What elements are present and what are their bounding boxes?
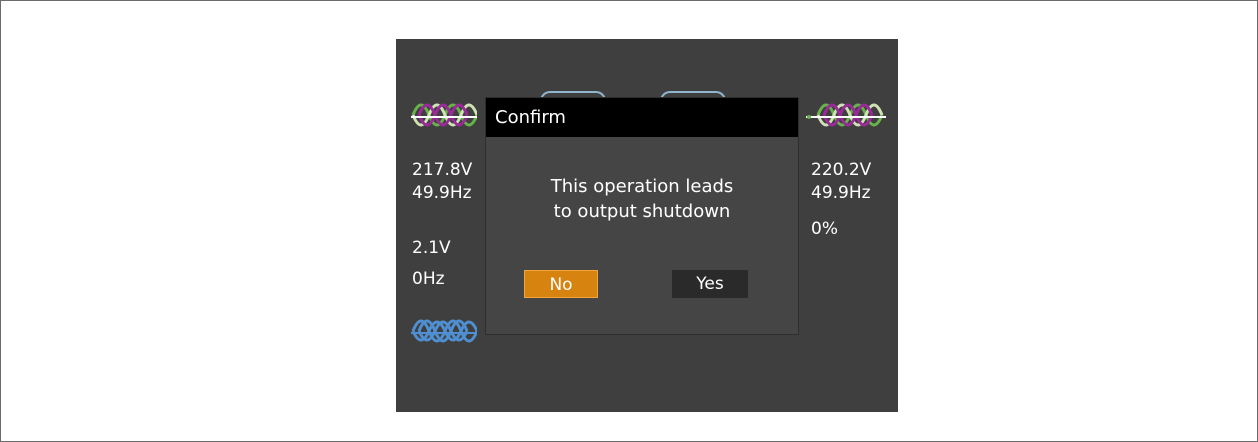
bypass-frequency: 0Hz — [412, 269, 445, 289]
no-button[interactable]: No — [524, 270, 598, 298]
output-waveform-icon — [806, 103, 886, 127]
document-frame: 217.8V 49.9Hz 2.1V 0Hz 220.2V 49.9Hz 0% … — [0, 0, 1258, 442]
input-frequency: 49.9Hz — [412, 183, 472, 203]
ups-display-screen: 217.8V 49.9Hz 2.1V 0Hz 220.2V 49.9Hz 0% … — [396, 39, 898, 412]
output-frequency: 49.9Hz — [811, 183, 871, 203]
dialog-title-bar: Confirm — [486, 98, 798, 137]
input-voltage: 217.8V — [412, 160, 473, 180]
dialog-message: This operation leads to output shutdown — [486, 174, 798, 224]
dialog-message-line-2: to output shutdown — [553, 201, 731, 222]
dialog-title: Confirm — [495, 107, 566, 128]
load-percent: 0% — [811, 219, 838, 239]
bypass-waveform-icon — [411, 319, 477, 343]
output-voltage: 220.2V — [811, 160, 872, 180]
input-waveform-icon — [411, 103, 477, 127]
dialog-message-line-1: This operation leads — [550, 176, 734, 197]
confirm-dialog: Confirm This operation leads to output s… — [485, 97, 799, 335]
yes-button[interactable]: Yes — [672, 270, 748, 298]
bypass-voltage: 2.1V — [412, 238, 451, 258]
